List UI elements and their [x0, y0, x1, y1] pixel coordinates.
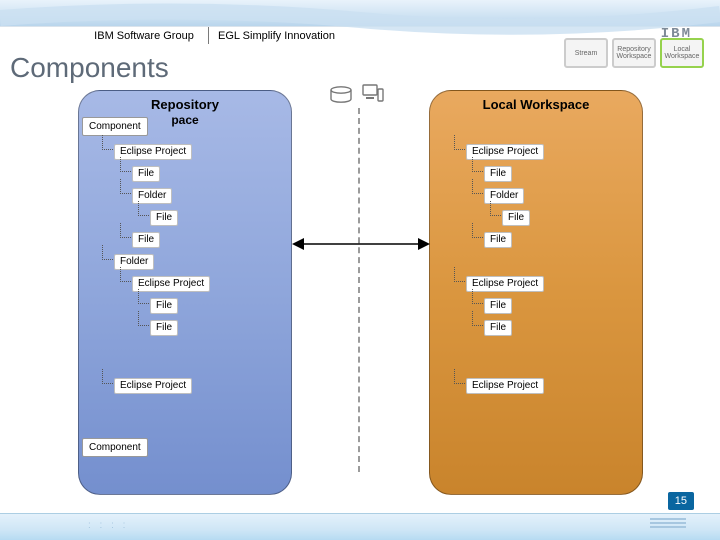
tree-node-file: File [150, 210, 178, 227]
repository-panel-title: Repository [79, 97, 291, 112]
tree-node-eclipse-project: Eclipse Project [466, 378, 544, 395]
tree-node-file: File [150, 298, 178, 315]
tree-node-file: File [132, 166, 160, 183]
tree-node-file: File [484, 232, 512, 249]
thumb-stream[interactable]: Stream [564, 38, 608, 68]
component-label-2: Component [82, 438, 148, 457]
page-title: Components [10, 52, 169, 84]
database-icon [329, 86, 353, 104]
component-label-1: Component [82, 117, 148, 136]
workstation-icon [362, 84, 384, 104]
tree-node-file: File [150, 320, 178, 337]
tree-node-file: File [484, 166, 512, 183]
nav-thumbnails: Stream Repository Workspace Local Worksp… [564, 38, 704, 68]
repository-tree: Eclipse Project File Folder File File Fo… [96, 141, 276, 397]
footer-stripe: : : : : [0, 513, 720, 540]
footer-dots-icon: : : : : [88, 520, 128, 531]
header-group-label: IBM Software Group [80, 27, 209, 44]
tree-node-file: File [484, 320, 512, 337]
local-panel-title: Local Workspace [430, 97, 642, 112]
center-divider [358, 108, 360, 472]
header-stripe [0, 0, 720, 27]
tree-node-file: File [132, 232, 160, 249]
sync-arrow-icon [292, 234, 430, 254]
page-number-badge: 15 [668, 492, 694, 510]
thumb-repo-workspace[interactable]: Repository Workspace [612, 38, 656, 68]
tree-node-file: File [484, 298, 512, 315]
header-subtitle-label: EGL Simplify Innovation [218, 27, 378, 44]
local-tree: Eclipse Project File Folder File File Ec… [448, 141, 628, 397]
thumb-local-workspace[interactable]: Local Workspace [660, 38, 704, 68]
tree-node-eclipse-project: Eclipse Project [114, 378, 192, 395]
footer-lines-icon [650, 518, 686, 528]
tree-node-file: File [502, 210, 530, 227]
